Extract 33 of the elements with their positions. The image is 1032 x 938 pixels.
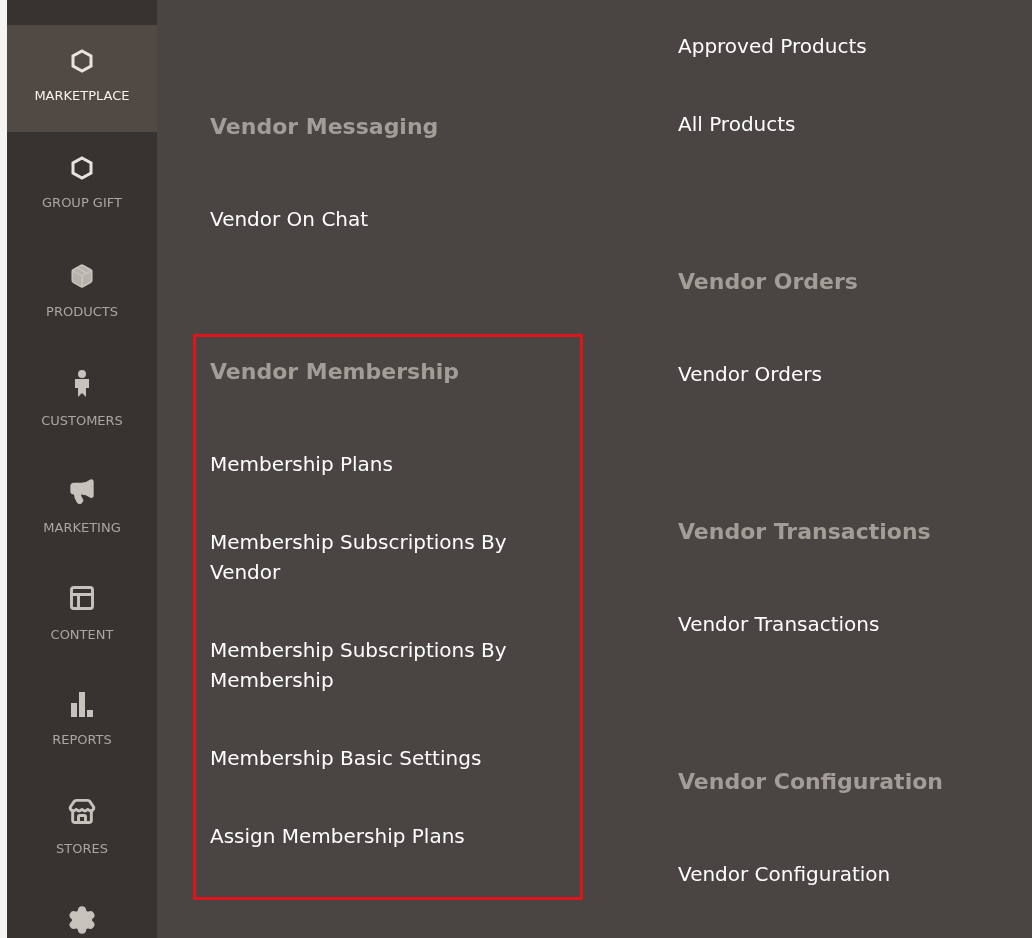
menu-link[interactable]: All Products <box>678 109 1028 139</box>
box-icon <box>69 263 95 289</box>
sidebar-item[interactable]: CUSTOMERS <box>7 346 157 453</box>
sidebar-item[interactable]: REPORTS <box>7 667 157 774</box>
section-heading: Vendor Membership <box>210 358 461 386</box>
sidebar-item[interactable]: STORES <box>7 774 157 881</box>
menu-link[interactable]: Membership Subscriptions By Membership <box>210 635 560 695</box>
menu-link[interactable]: Assign Membership Plans <box>210 821 560 851</box>
menu-link[interactable]: Membership Plans <box>210 449 560 479</box>
store-icon <box>68 798 96 826</box>
menu-link[interactable]: Membership Basic Settings <box>210 743 560 773</box>
megaphone-icon <box>68 477 96 505</box>
section-heading: Vendor Orders <box>678 268 859 296</box>
menu-link[interactable]: Approved Products <box>678 31 1028 61</box>
menu-link[interactable]: Vendor On Chat <box>210 204 560 234</box>
bar-chart-icon <box>70 691 94 717</box>
sidebar-item[interactable]: CONTENT <box>7 560 157 667</box>
menu-link[interactable]: Vendor Transactions <box>678 609 1028 639</box>
menu-link[interactable]: Vendor Configuration <box>678 859 1028 889</box>
sidebar-item[interactable]: GROUP GIFT <box>7 132 157 239</box>
menu-link[interactable]: Membership Subscriptions By Vendor <box>210 527 560 587</box>
menu-link[interactable]: Vendor Orders <box>678 359 1028 389</box>
sidebar-item[interactable]: MARKETING <box>7 453 157 560</box>
section-heading: Vendor Messaging <box>210 113 440 141</box>
section-heading: Vendor Configuration <box>678 768 944 796</box>
sidebar-item[interactable]: MARKETPLACE <box>7 25 157 132</box>
hexagon-icon <box>71 49 93 73</box>
sidebar-item[interactable]: PRODUCTS <box>7 239 157 346</box>
layout-icon <box>68 584 96 612</box>
person-icon <box>74 370 90 398</box>
section-heading: Vendor Transactions <box>678 518 932 546</box>
gear-icon <box>67 905 97 935</box>
hexagon-icon <box>71 156 93 180</box>
